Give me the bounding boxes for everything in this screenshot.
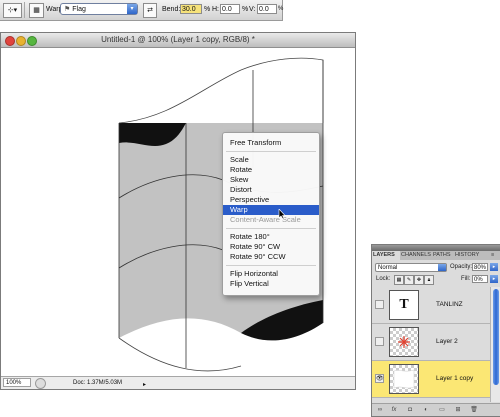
tab-layers[interactable]: LAYERS xyxy=(372,251,400,260)
tool-preset-picker[interactable]: ⊹▾ xyxy=(3,3,22,18)
tab-channels[interactable]: CHANNELS xyxy=(400,251,432,260)
status-menu-icon[interactable] xyxy=(35,378,46,389)
flag-icon: ⚑ xyxy=(64,6,73,13)
panel-menu-icon[interactable]: ≡ xyxy=(490,251,500,260)
change-warp-orientation-button[interactable]: ⇄ xyxy=(143,3,157,18)
menu-separator xyxy=(226,151,316,152)
menu-item-scale[interactable]: Scale xyxy=(223,155,319,165)
chevron-down-icon xyxy=(438,264,446,271)
lock-transparency-icon[interactable]: ▦ xyxy=(394,275,404,285)
separator xyxy=(24,2,25,18)
v-unit: % xyxy=(278,6,284,12)
menu-item-distort[interactable]: Distort xyxy=(223,185,319,195)
layer-name: Layer 2 xyxy=(436,338,458,345)
menu-item-free-transform[interactable]: Free Transform xyxy=(223,138,319,148)
menu-item-perspective[interactable]: Perspective xyxy=(223,195,319,205)
chevron-down-icon: ▾ xyxy=(127,4,137,14)
zoom-field[interactable]: 100% xyxy=(3,378,31,387)
layers-panel: LAYERS CHANNELS PATHS HISTORY ≡ Normal O… xyxy=(371,244,500,417)
visibility-toggle[interactable] xyxy=(375,337,384,346)
status-arrow-icon[interactable]: ▸ xyxy=(143,379,146,391)
tab-history[interactable]: HISTORY xyxy=(454,251,486,260)
panel-tabs: LAYERS CHANNELS PATHS HISTORY ≡ xyxy=(372,251,500,260)
reference-point-icon[interactable]: ▦ xyxy=(29,3,44,18)
bend-field[interactable]: 30.0 xyxy=(180,4,202,14)
visibility-toggle[interactable] xyxy=(375,300,384,309)
layer-list: T TANLINZ Layer 2 👁︎ Layer 1 copy xyxy=(372,287,490,402)
fill-label: Fill: xyxy=(461,276,471,282)
menu-item-rotate[interactable]: Rotate xyxy=(223,165,319,175)
menu-item-flip-horizontal[interactable]: Flip Horizontal xyxy=(223,269,319,279)
layer-row-tanlinz[interactable]: T TANLINZ xyxy=(372,287,490,324)
lock-all-icon[interactable]: 🔒︎ xyxy=(424,275,434,285)
lock-row: Lock: ▦ ✎ ✥ 🔒︎ Fill: 0% ▸ xyxy=(372,274,500,285)
text-layer-thumbnail: T xyxy=(389,290,419,320)
fill-slider-button[interactable]: ▸ xyxy=(490,275,498,283)
warp-envelope-top xyxy=(118,57,324,124)
link-layers-icon[interactable]: ∞ xyxy=(376,406,384,414)
red-star-icon xyxy=(398,336,410,348)
layer-row-layer-1-copy[interactable]: 👁︎ Layer 1 copy xyxy=(372,361,490,398)
blend-row: Normal Opacity: 80% ▸ xyxy=(372,262,500,273)
menu-item-skew[interactable]: Skew xyxy=(223,175,319,185)
layer-name: TANLINZ xyxy=(436,301,463,308)
warped-thumb-icon xyxy=(393,369,415,389)
delete-layer-icon[interactable]: 🗑︎ xyxy=(470,406,478,414)
opacity-slider-button[interactable]: ▸ xyxy=(490,263,498,271)
bend-unit: % xyxy=(204,6,211,13)
fill-field[interactable]: 0% xyxy=(472,275,488,283)
lock-label: Lock: xyxy=(376,276,391,282)
new-group-icon[interactable]: ▭ xyxy=(438,406,446,414)
add-mask-icon[interactable]: ◘ xyxy=(406,406,414,414)
v-label: V: xyxy=(249,6,256,13)
document-size-info: Doc: 1.37M/5.03M xyxy=(73,380,123,386)
h-unit: % xyxy=(242,6,249,13)
menu-item-content-aware-scale: Content-Aware Scale xyxy=(230,215,301,224)
eye-icon[interactable]: 👁︎ xyxy=(375,374,384,383)
opacity-field[interactable]: 80% xyxy=(472,263,488,271)
mouse-cursor-icon xyxy=(278,209,286,220)
menu-item-rotate-180[interactable]: Rotate 180° xyxy=(223,232,319,242)
layer-name: Layer 1 copy xyxy=(436,375,474,382)
lock-brush-icon[interactable]: ✎ xyxy=(404,275,414,285)
layers-bottom-toolbar: ∞ fx ◘ ◐ ▭ ⊞ 🗑︎ xyxy=(372,403,500,416)
document-title: Untitled-1 @ 100% (Layer 1 copy, RGB/8) … xyxy=(101,35,255,44)
scrollbar-thumb[interactable] xyxy=(493,289,499,385)
warp-envelope-bottom xyxy=(118,337,242,372)
opacity-label: Opacity: xyxy=(450,264,473,270)
layer-row-layer-2[interactable]: Layer 2 xyxy=(372,324,490,361)
adjustment-layer-icon[interactable]: ◐ xyxy=(422,406,430,414)
status-bar: 100% Doc: 1.37M/5.03M ▸ xyxy=(1,376,355,389)
menu-separator xyxy=(226,228,316,229)
document-titlebar[interactable]: Untitled-1 @ 100% (Layer 1 copy, RGB/8) … xyxy=(1,33,355,48)
menu-item-rotate-90-cw[interactable]: Rotate 90° CW xyxy=(223,242,319,252)
tab-paths[interactable]: PATHS xyxy=(432,251,454,260)
layer-thumbnail xyxy=(389,364,419,394)
layer-thumbnail xyxy=(389,327,419,357)
v-field[interactable]: 0.0 xyxy=(257,4,277,14)
layer-style-icon[interactable]: fx xyxy=(390,406,398,414)
bend-label: Bend: xyxy=(162,6,181,13)
options-bar: ⊹▾ ▦ Warp: ⚑ Flag ▾ ⇄ Bend: 30.0 % H: 0.… xyxy=(0,0,283,21)
lock-move-icon[interactable]: ✥ xyxy=(414,275,424,285)
menu-item-rotate-90-ccw[interactable]: Rotate 90° CCW xyxy=(223,252,319,262)
menu-item-flip-vertical[interactable]: Flip Vertical xyxy=(223,279,319,289)
warp-style-select[interactable]: ⚑ Flag ▾ xyxy=(60,3,138,15)
menu-separator xyxy=(226,265,316,266)
h-field[interactable]: 0.0 xyxy=(220,4,240,14)
transform-context-menu: Free Transform Scale Rotate Skew Distort… xyxy=(222,132,320,296)
menu-item-warp[interactable]: Warp xyxy=(223,205,319,215)
new-layer-icon[interactable]: ⊞ xyxy=(454,406,462,414)
blend-mode-select[interactable]: Normal xyxy=(375,263,447,272)
layers-scrollbar[interactable] xyxy=(490,287,500,402)
h-label: H: xyxy=(212,6,219,13)
